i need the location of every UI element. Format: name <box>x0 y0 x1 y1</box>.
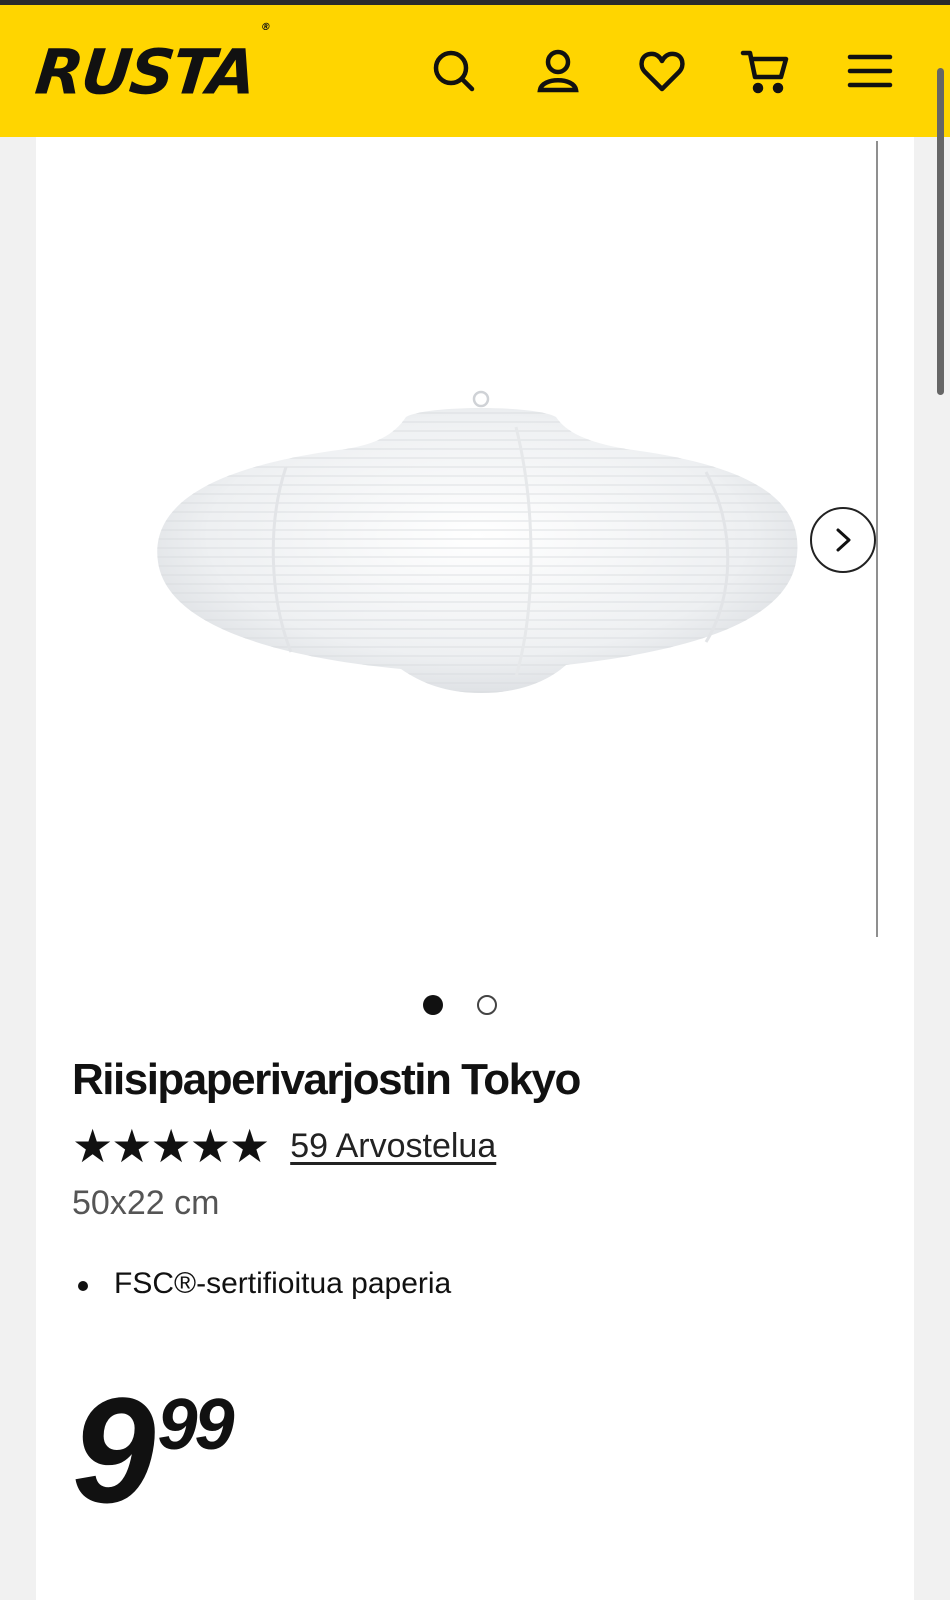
feature-list: FSC®-sertifioitua paperia <box>72 1267 451 1301</box>
next-image-edge <box>876 141 878 937</box>
product-size: 50x22 cm <box>72 1184 220 1222</box>
rusta-logo[interactable]: RUSTA® <box>32 22 271 109</box>
site-header: RUSTA® <box>0 5 950 137</box>
reviews-link[interactable]: 59 Arvostelua <box>290 1127 496 1166</box>
product-image-gallery[interactable] <box>36 137 878 941</box>
feature-item: FSC®-sertifioitua paperia <box>72 1267 451 1301</box>
account-icon[interactable] <box>530 43 586 99</box>
menu-icon[interactable] <box>842 43 898 99</box>
heart-icon[interactable] <box>634 43 690 99</box>
gallery-dot-1[interactable] <box>423 995 443 1015</box>
cart-icon[interactable] <box>738 43 794 99</box>
price-decimal: 99 <box>157 1385 234 1465</box>
product-image-rice-paper-lamp <box>157 390 798 693</box>
price-integer: 9 <box>72 1366 155 1534</box>
product-rating: ★★★★★ 59 Arvostelua <box>72 1122 496 1170</box>
gallery-pagination <box>36 995 914 1019</box>
gallery-next-button[interactable] <box>810 507 876 573</box>
page-scrollbar[interactable] <box>937 68 944 395</box>
search-icon[interactable] <box>426 43 482 99</box>
gallery-dot-2[interactable] <box>477 995 497 1015</box>
chevron-right-icon <box>836 528 851 552</box>
product-card: Riisipaperivarjostin Tokyo ★★★★★ 59 Arvo… <box>36 137 914 1600</box>
product-price: 9 99 <box>72 1366 235 1534</box>
rating-stars: ★★★★★ <box>72 1120 270 1172</box>
product-title: Riisipaperivarjostin Tokyo <box>72 1055 581 1104</box>
